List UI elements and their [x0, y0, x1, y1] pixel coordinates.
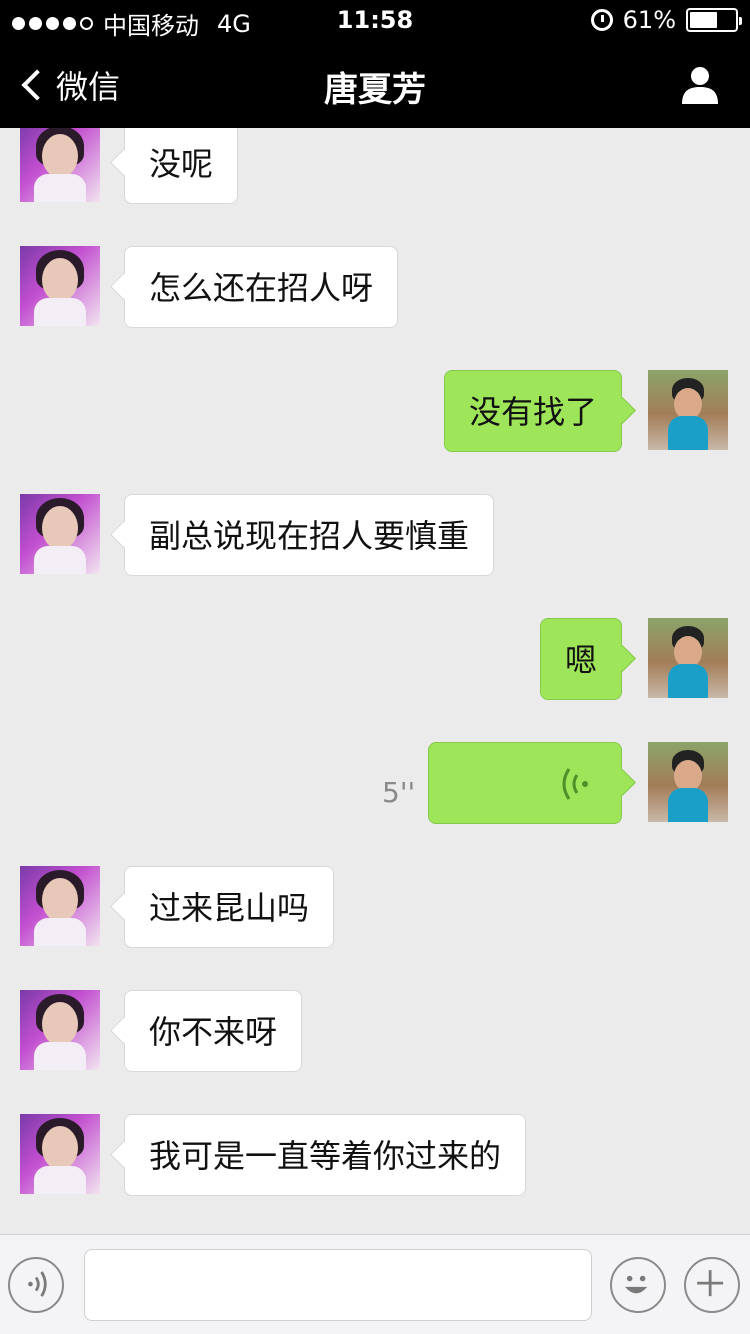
- message-bubble[interactable]: 我可是一直等着你过来的: [124, 1114, 527, 1196]
- message-bubble[interactable]: 你不来呀: [124, 990, 303, 1072]
- status-right: 61%: [590, 6, 742, 34]
- avatar-contact[interactable]: [20, 246, 100, 326]
- message-bubble[interactable]: 没呢: [124, 128, 239, 204]
- voice-message-bubble[interactable]: [428, 742, 622, 824]
- nav-bar: 微信 唐夏芳: [0, 40, 750, 128]
- battery-percent: 61%: [622, 6, 676, 34]
- voice-input-button[interactable]: [8, 1257, 64, 1313]
- voice-wave-icon: [562, 768, 588, 800]
- plus-button[interactable]: [684, 1257, 740, 1313]
- chat-title: 唐夏芳: [324, 70, 426, 110]
- message-bubble[interactable]: 怎么还在招人呀: [124, 246, 399, 328]
- voice-duration: 5'': [382, 776, 416, 809]
- message-list[interactable]: 没呢 怎么还在招人呀 没有找了 副总说现在招人要慎重 嗯 5'' 过来昆山吗 你…: [0, 128, 750, 1234]
- message-input[interactable]: [84, 1249, 592, 1321]
- battery-level: [690, 12, 717, 28]
- avatar-contact[interactable]: [20, 494, 100, 574]
- avatar-contact[interactable]: [20, 990, 100, 1070]
- avatar-self[interactable]: [648, 742, 728, 822]
- status-bar: 中国移动 4G 11:58 61%: [0, 0, 750, 40]
- alarm-icon: [590, 9, 613, 31]
- avatar-self[interactable]: [648, 370, 728, 450]
- emoji-icon: [625, 1275, 648, 1294]
- message-bubble[interactable]: 副总说现在招人要慎重: [124, 494, 495, 576]
- message-bubble[interactable]: 没有找了: [443, 370, 622, 452]
- plus-icon: [697, 1270, 724, 1297]
- battery-icon: [686, 8, 742, 32]
- avatar-contact[interactable]: [20, 866, 100, 946]
- message-bubble[interactable]: 过来昆山吗: [124, 866, 335, 948]
- person-icon[interactable]: [680, 64, 720, 104]
- voice-input-icon: [28, 1271, 47, 1297]
- emoji-button[interactable]: [610, 1257, 666, 1313]
- message-bubble[interactable]: 嗯: [539, 618, 622, 700]
- avatar-contact[interactable]: [20, 128, 100, 202]
- input-bar: [0, 1234, 750, 1334]
- avatar-contact[interactable]: [20, 1114, 100, 1194]
- avatar-self[interactable]: [648, 618, 728, 698]
